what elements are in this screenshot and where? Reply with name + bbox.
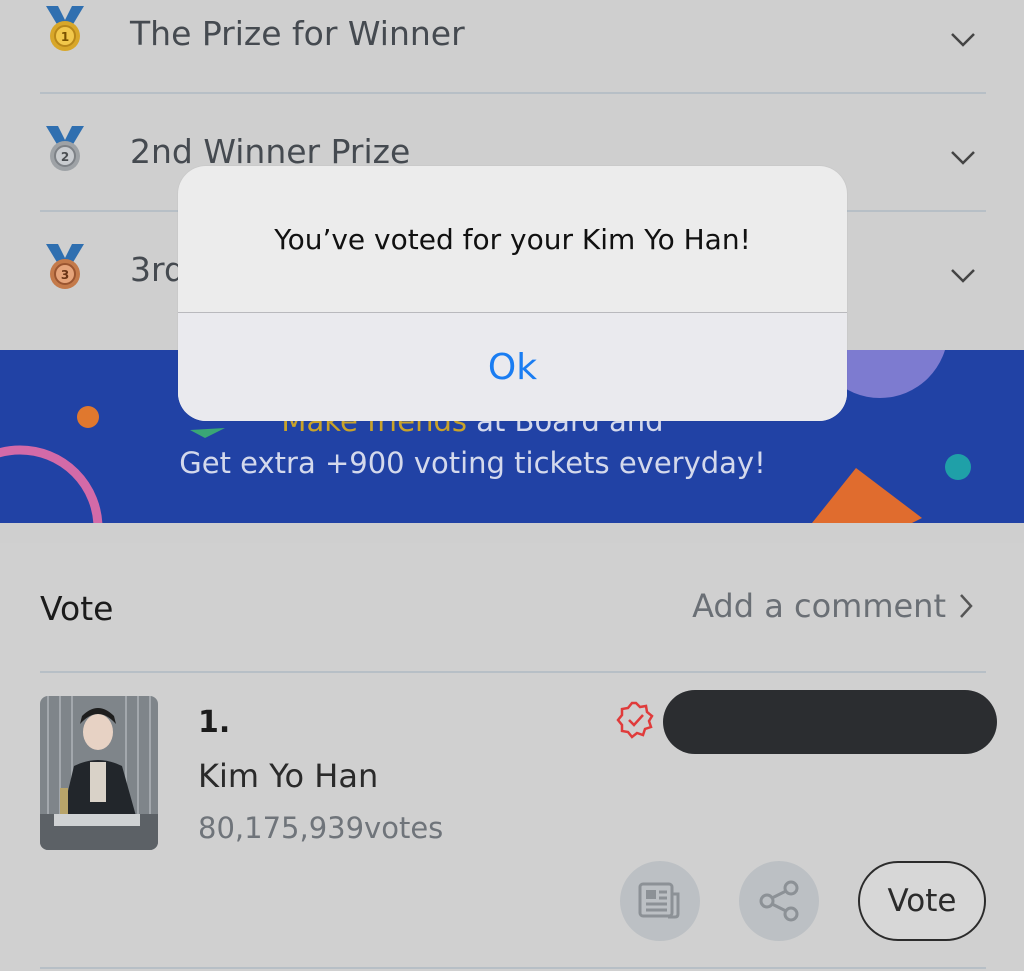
divider	[40, 967, 986, 969]
prize-label: 3rd	[130, 250, 185, 289]
svg-text:3: 3	[61, 268, 69, 282]
prize-label: The Prize for Winner	[130, 14, 465, 53]
silver-medal-icon: 2	[46, 126, 84, 171]
banner-line-2: Get extra +900 voting tickets everyday!	[179, 446, 766, 480]
verified-badge-icon	[616, 701, 654, 739]
vote-confirmation-dialog: You’ve voted for your Kim Yo Han! Ok	[178, 166, 847, 421]
vote-section: Vote Add a comment 1. Kim Yo Han 80,175,…	[0, 543, 1024, 971]
redacted-bar	[663, 690, 997, 754]
add-comment-link[interactable]: Add a comment	[692, 587, 976, 625]
chevron-down-icon[interactable]	[948, 24, 978, 54]
divider	[40, 671, 986, 673]
share-icon	[759, 880, 799, 922]
svg-text:1: 1	[61, 30, 69, 44]
candidate-votes: 80,175,939votes	[198, 811, 444, 845]
bronze-medal-icon: 3	[46, 244, 84, 289]
candidate-name: Kim Yo Han	[198, 757, 379, 795]
chevron-down-icon[interactable]	[948, 142, 978, 172]
svg-text:2: 2	[61, 150, 69, 164]
ok-button[interactable]: Ok	[178, 313, 847, 421]
news-button[interactable]	[620, 861, 700, 941]
candidate-rank: 1.	[198, 705, 231, 740]
dialog-message: You’ve voted for your Kim Yo Han!	[274, 222, 751, 256]
vote-button[interactable]: Vote	[858, 861, 986, 941]
news-icon	[638, 882, 680, 919]
candidate-photo[interactable]	[40, 696, 158, 850]
chevron-right-icon	[960, 594, 973, 618]
gold-medal-icon: 1	[46, 6, 84, 51]
prize-row-1[interactable]: 1 The Prize for Winner	[40, 0, 986, 94]
share-button[interactable]	[739, 861, 819, 941]
vote-heading: Vote	[40, 589, 114, 628]
chevron-down-icon[interactable]	[948, 260, 978, 290]
